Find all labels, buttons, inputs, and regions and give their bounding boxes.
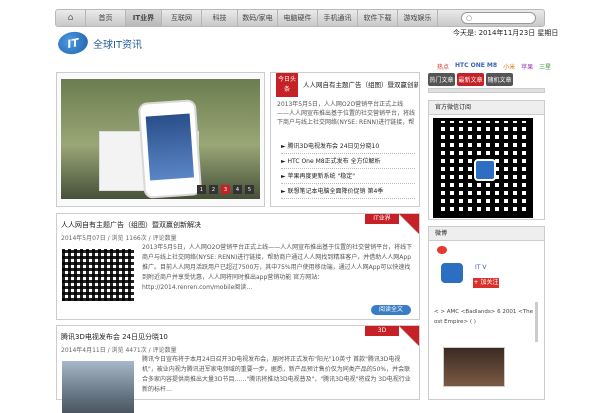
scrollbar[interactable]	[535, 302, 538, 342]
list-item[interactable]: ► 联想笔记本电脑全面降价促销 第4季	[281, 184, 415, 199]
site-logo[interactable]: IT 全球IT资讯	[56, 29, 143, 57]
article-title[interactable]: 腾讯3D电视发布会 24日见分晓10	[61, 332, 168, 342]
nav-item-mobile[interactable]: 手机通讯	[318, 10, 358, 26]
wechat-widget-title: 官方微信订阅	[429, 101, 544, 115]
weibo-widget-title: 微博	[429, 227, 544, 241]
main-navigation: ⌂ 首页 IT业界 互联网 科技 数码/家电 电脑硬件 手机通讯 软件下载 游戏…	[55, 9, 545, 27]
qr-code-icon	[433, 118, 533, 218]
nav-item-it-industry[interactable]: IT业界	[126, 10, 162, 26]
weibo-icon	[437, 246, 447, 254]
weibo-post-text: < > AMC <Badlands> 6 2001 <The Lost Empi…	[434, 309, 538, 325]
article-category-tag[interactable]: 3D	[365, 326, 399, 336]
search-input[interactable]: ○	[461, 12, 536, 24]
ticker-item[interactable]: 热点	[437, 62, 449, 71]
weibo-post-image[interactable]	[443, 347, 505, 387]
hot-ticker: 热点 HTC ONE M8 小米 苹果 三星	[437, 62, 551, 71]
headline-title[interactable]: 人人网自有主题广告（组图）暨双赢创新解决	[303, 79, 418, 89]
article-title[interactable]: 人人网自有主题广告（组图）暨双赢创新解决	[61, 220, 201, 230]
search-icon: ○	[466, 14, 473, 22]
slider-page-button[interactable]: 2	[209, 185, 218, 194]
site-name: 全球IT资讯	[93, 39, 143, 51]
article-thumbnail[interactable]	[62, 249, 134, 301]
home-icon[interactable]: ⌂	[56, 10, 86, 26]
article-card: 人人网自有主题广告（组图）暨双赢创新解决 IT业界 2014年5月07日 / 浏…	[56, 213, 420, 320]
featured-slider[interactable]: 1 2 3 4 5	[56, 72, 265, 207]
sidebar-tabs: 热门文章 最新文章 随机文章	[428, 73, 545, 93]
follow-button[interactable]: + 加关注	[473, 278, 499, 288]
list-item[interactable]: ► HTC One M8正式发布 全方位解析	[281, 154, 415, 169]
ticker-item[interactable]: 苹果	[521, 62, 533, 71]
ticker-item[interactable]: 小米	[503, 62, 515, 71]
article-card: 腾讯3D电视发布会 24日见分晓10 3D 2014年4月11日 / 浏览 44…	[56, 325, 420, 413]
nav-item-software[interactable]: 软件下载	[358, 10, 398, 26]
headline-tag: 今日头条	[276, 73, 298, 97]
tab-random[interactable]: 随机文章	[486, 73, 513, 86]
read-more-button[interactable]: 阅读全文	[371, 305, 411, 315]
article-category-tag[interactable]: IT业界	[365, 214, 399, 224]
phone-image	[137, 99, 203, 199]
article-excerpt: 腾讯今日宣布将于本月24日召开3D电视发布会，届时将正式发布"阳光"10英寸 首…	[142, 356, 411, 393]
article-meta: 2014年4月11日 / 浏览 4471次 / 评论数量	[61, 347, 177, 354]
slider-image[interactable]	[61, 79, 260, 199]
article-excerpt: 2013年5月5日，人人网O2O营销平台正式上线——人人网宣布推出基于位置的社交…	[142, 244, 413, 291]
list-item[interactable]: ► 腾讯3D电视发布会 24日见分晓10	[281, 139, 415, 154]
slider-page-button[interactable]: 3	[221, 185, 230, 194]
ticker-item[interactable]: 三星	[539, 62, 551, 71]
weibo-widget: 微博 IT V + 加关注 < > AMC <Badlands> 6 2001 …	[428, 226, 545, 400]
weibo-account-name[interactable]: IT V	[475, 264, 486, 271]
headline-summary: 2013年5月5日，人人网O2O营销平台正式上线——人人网宣布推出基于位置的社交…	[277, 101, 415, 126]
ticker-item[interactable]: HTC ONE M8	[455, 62, 497, 71]
tab-latest[interactable]: 最新文章	[457, 73, 484, 86]
nav-item-home[interactable]: 首页	[86, 10, 126, 26]
nav-item-hardware[interactable]: 电脑硬件	[278, 10, 318, 26]
slider-page-button[interactable]: 1	[197, 185, 206, 194]
headline-links: ► 腾讯3D电视发布会 24日见分晓10 ► HTC One M8正式发布 全方…	[281, 139, 415, 199]
list-item[interactable]: ► 苹果再度更新系统 "稳定"	[281, 169, 415, 184]
new-ribbon-icon	[399, 326, 419, 346]
wechat-widget: 官方微信订阅	[428, 100, 545, 220]
slider-pager: 1 2 3 4 5	[197, 185, 254, 194]
nav-item-digital[interactable]: 数码/家电	[238, 10, 278, 26]
headline-box: 今日头条 人人网自有主题广告（组图）暨双赢创新解决 2013年5月5日，人人网O…	[270, 72, 420, 207]
nav-item-games[interactable]: 游戏娱乐	[398, 10, 438, 26]
article-thumbnail[interactable]	[62, 361, 134, 413]
tab-content-bar	[428, 88, 545, 93]
nav-item-internet[interactable]: 互联网	[162, 10, 202, 26]
avatar[interactable]	[441, 263, 463, 283]
slider-page-button[interactable]: 5	[245, 185, 254, 194]
new-ribbon-icon	[399, 214, 419, 234]
nav-item-tech[interactable]: 科技	[202, 10, 238, 26]
slider-page-button[interactable]: 4	[233, 185, 242, 194]
tab-hot[interactable]: 热门文章	[428, 73, 455, 86]
current-date: 今天是: 2014年11月23日 星期日	[453, 29, 559, 37]
logo-mark: IT	[56, 29, 90, 57]
article-meta: 2014年5月07日 / 浏览 1166次 / 评论数量	[61, 235, 177, 242]
